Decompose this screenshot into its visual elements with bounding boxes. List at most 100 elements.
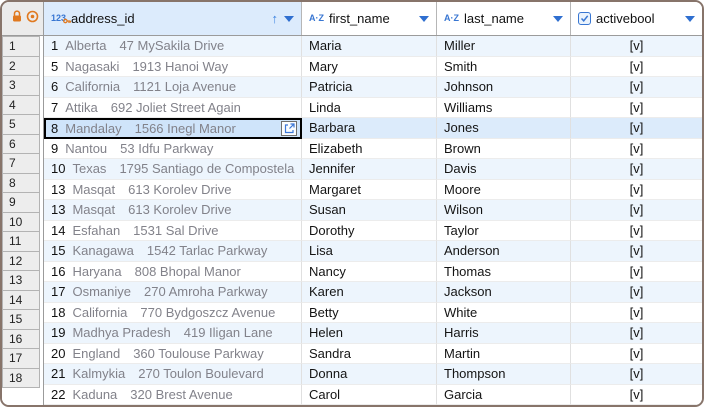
table-row[interactable]: 10 Texas 1795 Santiago de Compostela Jen… [44, 159, 702, 180]
cell-activebool[interactable]: [v] [571, 221, 702, 242]
cell-last-name[interactable]: Davis [437, 159, 571, 180]
row-number[interactable]: 3 [2, 75, 40, 96]
cell-activebool[interactable]: [v] [571, 344, 702, 365]
row-number[interactable]: 15 [2, 309, 40, 330]
cell-activebool[interactable]: [v] [571, 77, 702, 98]
row-number[interactable]: 18 [2, 368, 40, 389]
table-row[interactable]: 6 California 1121 Loja Avenue Patricia J… [44, 77, 702, 98]
row-number[interactable]: 7 [2, 153, 40, 174]
cell-address-id[interactable]: 8 Mandalay 1566 Inegl Manor [44, 118, 302, 139]
cell-address-id[interactable]: 5 Nagasaki 1913 Hanoi Way [44, 57, 302, 78]
row-number[interactable]: 17 [2, 348, 40, 369]
cell-activebool[interactable]: [v] [571, 57, 702, 78]
cell-address-id[interactable]: 15 Kanagawa 1542 Tarlac Parkway [44, 241, 302, 262]
cell-last-name[interactable]: Moore [437, 180, 571, 201]
row-number[interactable]: 4 [2, 95, 40, 116]
table-row[interactable]: 19 Madhya Pradesh 419 Iligan Lane Helen … [44, 323, 702, 344]
cell-activebool[interactable]: [v] [571, 282, 702, 303]
table-row[interactable]: 16 Haryana 808 Bhopal Manor Nancy Thomas… [44, 262, 702, 283]
cell-first-name[interactable]: Lisa [302, 241, 437, 262]
column-header-last-name[interactable]: A·Z last_name [437, 2, 571, 35]
cell-address-id[interactable]: 7 Attika 692 Joliet Street Again [44, 98, 302, 119]
cell-activebool[interactable]: [v] [571, 139, 702, 160]
column-header-address-id[interactable]: 123 address_id ↑ [44, 2, 302, 35]
row-number[interactable]: 2 [2, 56, 40, 77]
row-number[interactable]: 13 [2, 270, 40, 291]
table-row[interactable]: 22 Kaduna 320 Brest Avenue Carol Garcia … [44, 385, 702, 406]
table-row[interactable]: 15 Kanagawa 1542 Tarlac Parkway Lisa And… [44, 241, 702, 262]
cell-address-id[interactable]: 13 Masqat 613 Korolev Drive [44, 180, 302, 201]
cell-activebool[interactable]: [v] [571, 200, 702, 221]
cell-first-name[interactable]: Helen [302, 323, 437, 344]
table-row[interactable]: 18 California 770 Bydgoszcz Avenue Betty… [44, 303, 702, 324]
table-row[interactable]: 13 Masqat 613 Korolev Drive Susan Wilson… [44, 200, 702, 221]
cell-last-name[interactable]: Brown [437, 139, 571, 160]
cell-address-id[interactable]: 16 Haryana 808 Bhopal Manor [44, 262, 302, 283]
cell-last-name[interactable]: Thompson [437, 364, 571, 385]
cell-activebool[interactable]: [v] [571, 180, 702, 201]
cell-first-name[interactable]: Barbara [302, 118, 437, 139]
cell-first-name[interactable]: Margaret [302, 180, 437, 201]
cell-last-name[interactable]: Jones [437, 118, 571, 139]
cell-address-id[interactable]: 10 Texas 1795 Santiago de Compostela [44, 159, 302, 180]
column-menu-icon[interactable] [419, 16, 429, 22]
column-menu-icon[interactable] [553, 16, 563, 22]
row-number[interactable]: 12 [2, 251, 40, 272]
cell-activebool[interactable]: [v] [571, 241, 702, 262]
cell-activebool[interactable]: [v] [571, 385, 702, 406]
row-number[interactable]: 10 [2, 212, 40, 233]
cell-activebool[interactable]: [v] [571, 303, 702, 324]
cell-address-id[interactable]: 6 California 1121 Loja Avenue [44, 77, 302, 98]
cell-first-name[interactable]: Mary [302, 57, 437, 78]
row-number[interactable]: 16 [2, 329, 40, 350]
cell-first-name[interactable]: Karen [302, 282, 437, 303]
cell-first-name[interactable]: Patricia [302, 77, 437, 98]
table-row[interactable]: 21 Kalmykia 270 Toulon Boulevard Donna T… [44, 364, 702, 385]
cell-last-name[interactable]: Anderson [437, 241, 571, 262]
table-row[interactable]: 20 England 360 Toulouse Parkway Sandra M… [44, 344, 702, 365]
cell-activebool[interactable]: [v] [571, 98, 702, 119]
row-number[interactable]: 14 [2, 290, 40, 311]
column-header-activebool[interactable]: activebool [571, 2, 702, 35]
cell-last-name[interactable]: Garcia [437, 385, 571, 406]
row-number[interactable]: 9 [2, 192, 40, 213]
table-row[interactable]: 8 Mandalay 1566 Inegl Manor Barbara Jone… [44, 118, 702, 139]
cell-first-name[interactable]: Maria [302, 36, 437, 57]
cell-last-name[interactable]: Johnson [437, 77, 571, 98]
cell-last-name[interactable]: Taylor [437, 221, 571, 242]
cell-last-name[interactable]: White [437, 303, 571, 324]
table-row[interactable]: 9 Nantou 53 Idfu Parkway Elizabeth Brown… [44, 139, 702, 160]
cell-first-name[interactable]: Linda [302, 98, 437, 119]
cell-last-name[interactable]: Harris [437, 323, 571, 344]
column-menu-icon[interactable] [685, 16, 695, 22]
cell-last-name[interactable]: Smith [437, 57, 571, 78]
cell-address-id[interactable]: 9 Nantou 53 Idfu Parkway [44, 139, 302, 160]
table-row[interactable]: 7 Attika 692 Joliet Street Again Linda W… [44, 98, 702, 119]
row-number[interactable]: 5 [2, 114, 40, 135]
cell-activebool[interactable]: [v] [571, 118, 702, 139]
cell-last-name[interactable]: Thomas [437, 262, 571, 283]
cell-activebool[interactable]: [v] [571, 262, 702, 283]
cell-activebool[interactable]: [v] [571, 36, 702, 57]
cell-first-name[interactable]: Donna [302, 364, 437, 385]
cell-activebool[interactable]: [v] [571, 323, 702, 344]
row-number[interactable]: 11 [2, 231, 40, 252]
column-menu-icon[interactable] [284, 16, 294, 22]
cell-address-id[interactable]: 17 Osmaniye 270 Amroha Parkway [44, 282, 302, 303]
cell-activebool[interactable]: [v] [571, 159, 702, 180]
cell-address-id[interactable]: 19 Madhya Pradesh 419 Iligan Lane [44, 323, 302, 344]
cell-last-name[interactable]: Jackson [437, 282, 571, 303]
cell-address-id[interactable]: 22 Kaduna 320 Brest Avenue [44, 385, 302, 406]
row-number[interactable]: 6 [2, 134, 40, 155]
cell-last-name[interactable]: Martin [437, 344, 571, 365]
cell-first-name[interactable]: Betty [302, 303, 437, 324]
table-row[interactable]: 13 Masqat 613 Korolev Drive Margaret Moo… [44, 180, 702, 201]
cell-address-id[interactable]: 13 Masqat 613 Korolev Drive [44, 200, 302, 221]
table-row[interactable]: 5 Nagasaki 1913 Hanoi Way Mary Smith [v] [44, 57, 702, 78]
cell-first-name[interactable]: Susan [302, 200, 437, 221]
table-row[interactable]: 14 Esfahan 1531 Sal Drive Dorothy Taylor… [44, 221, 702, 242]
cell-first-name[interactable]: Sandra [302, 344, 437, 365]
row-number[interactable]: 1 [2, 36, 40, 57]
cell-address-id[interactable]: 1 Alberta 47 MySakila Drive [44, 36, 302, 57]
cell-first-name[interactable]: Carol [302, 385, 437, 406]
